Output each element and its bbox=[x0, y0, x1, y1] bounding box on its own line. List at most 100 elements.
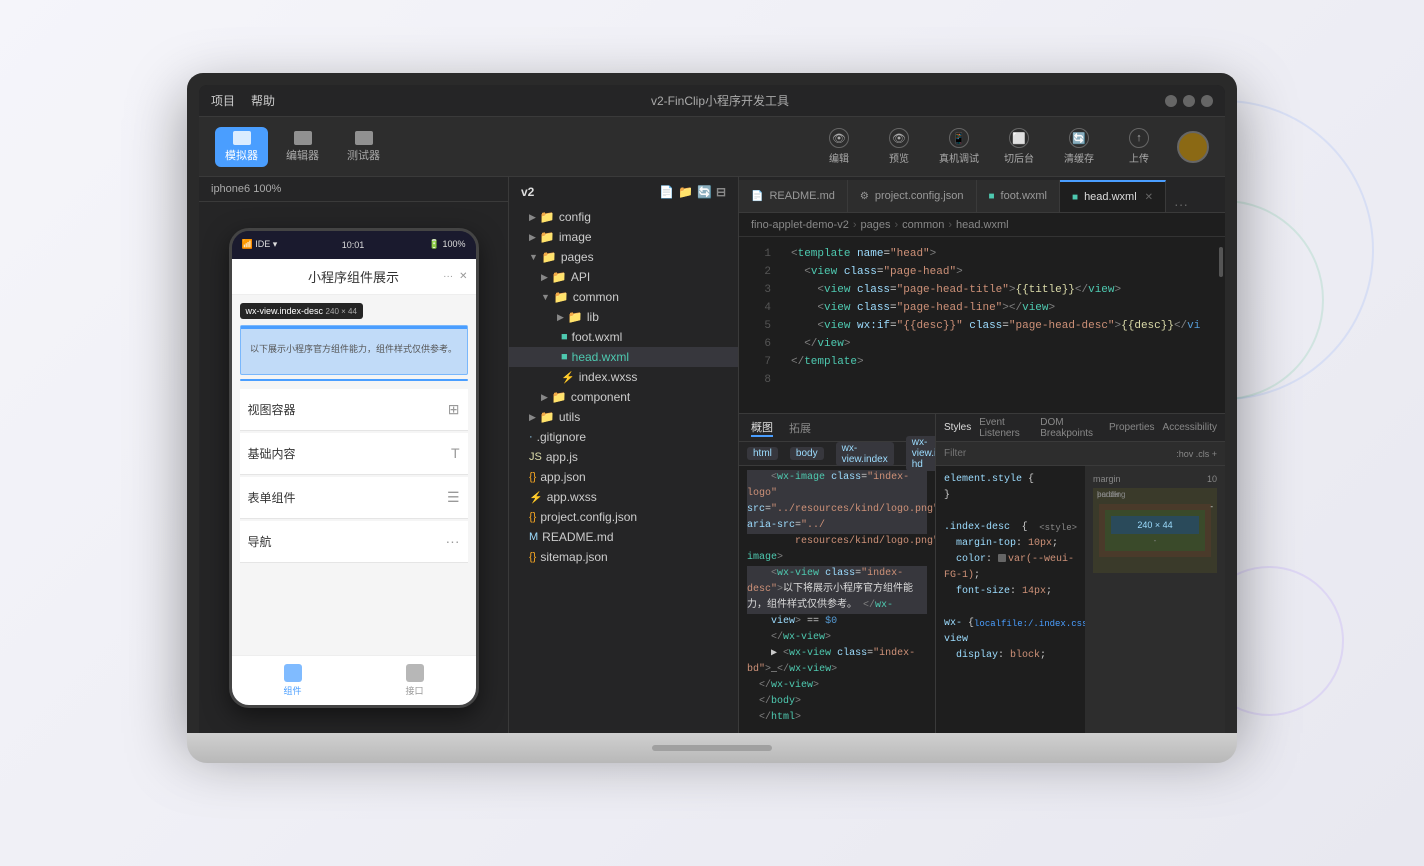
tree-item-name: API bbox=[571, 270, 590, 284]
tree-component[interactable]: ▶ 📁 component bbox=[509, 387, 738, 407]
tester-mode-button[interactable]: 测试器 bbox=[337, 127, 390, 167]
nav-item-label-3: 导航 bbox=[248, 533, 272, 550]
tab-head-wxml[interactable]: ■ head.wxml ✕ bbox=[1060, 180, 1166, 212]
tab-more-button[interactable]: ··· bbox=[1166, 196, 1196, 212]
css-rule-wx-view: wx-view {localfile:/.index.css:2 bbox=[944, 616, 1077, 648]
devtools-tab-extend[interactable]: 拓展 bbox=[789, 420, 811, 436]
phone-bottom-nav: 组件 接口 bbox=[232, 655, 476, 705]
simulator-mode-button[interactable]: 模拟器 bbox=[215, 127, 268, 167]
simulator-icon bbox=[233, 131, 251, 145]
tree-item-name: .gitignore bbox=[537, 430, 586, 444]
html-tree-line: </wx-view> bbox=[747, 630, 927, 646]
html-tag-body[interactable]: body bbox=[790, 447, 824, 460]
phone-bottom-nav-api[interactable]: 接口 bbox=[354, 664, 476, 697]
phone-action-close[interactable]: ✕ bbox=[459, 271, 467, 282]
html-tag-wx-view-index[interactable]: wx-view.index bbox=[836, 442, 894, 466]
phone-nav-item-0[interactable]: 视图容器 ⊞ bbox=[240, 389, 468, 431]
editor-scrollbar[interactable] bbox=[1219, 247, 1223, 277]
maximize-button[interactable] bbox=[1183, 95, 1195, 107]
folder-icon: 📁 bbox=[540, 210, 555, 224]
tree-item-name: app.wxss bbox=[547, 490, 597, 504]
tree-image[interactable]: ▶ 📁 image bbox=[509, 227, 738, 247]
html-tree-line: </body> bbox=[747, 694, 927, 710]
box-model-margin-value: 10 bbox=[1207, 474, 1217, 484]
phone-bottom-nav-components[interactable]: 组件 bbox=[232, 664, 354, 697]
tree-sitemap[interactable]: {} sitemap.json bbox=[509, 547, 738, 567]
devtools-tab-overview[interactable]: 概图 bbox=[751, 419, 773, 437]
styles-tab-event[interactable]: Event Listeners bbox=[979, 417, 1032, 439]
styles-tab-accessibility[interactable]: Accessibility bbox=[1163, 422, 1217, 433]
styles-tab-properties[interactable]: Properties bbox=[1109, 422, 1155, 433]
phone-tooltip: wx-view.index-desc 240 × 44 bbox=[240, 303, 363, 319]
tree-index-wxss[interactable]: ⚡ index.wxss bbox=[509, 367, 738, 387]
code-line-2: <view class="page-head"> bbox=[791, 263, 1213, 281]
action-background[interactable]: ⬜ 切后台 bbox=[997, 128, 1041, 165]
tree-app-wxss[interactable]: ⚡ app.wxss bbox=[509, 487, 738, 507]
tree-api[interactable]: ▶ 📁 API bbox=[509, 267, 738, 287]
tree-gitignore[interactable]: · .gitignore bbox=[509, 427, 738, 447]
tree-common[interactable]: ▼ 📁 common bbox=[509, 287, 738, 307]
app-window: 项目 帮助 v2-FinClip小程序开发工具 模拟器 bbox=[199, 85, 1225, 733]
edit-label: 编辑 bbox=[829, 150, 849, 165]
tree-head-wxml[interactable]: ■ head.wxml bbox=[509, 347, 738, 367]
folder-icon: 📁 bbox=[552, 270, 567, 284]
collapse-icon[interactable]: ⊟ bbox=[716, 185, 726, 199]
styles-filter-hints: :hov .cls + bbox=[1176, 449, 1217, 459]
code-line-1: <template name="head"> bbox=[791, 245, 1213, 263]
preview-label: 预览 bbox=[889, 150, 909, 165]
editor-mode-button[interactable]: 编辑器 bbox=[276, 127, 329, 167]
menu-item-help[interactable]: 帮助 bbox=[251, 92, 275, 109]
box-content-area: 240 × 44 bbox=[1111, 516, 1199, 534]
window-controls bbox=[1165, 95, 1213, 107]
tree-app-js[interactable]: JS app.js bbox=[509, 447, 738, 467]
components-nav-icon bbox=[284, 664, 302, 682]
code-content[interactable]: <template name="head"> <view class="page… bbox=[779, 237, 1225, 413]
phone-nav-item-2[interactable]: 表单组件 ☰ bbox=[240, 477, 468, 519]
tooltip-size: 240 × 44 bbox=[326, 307, 357, 316]
phone-signal: 📶 IDE ▾ bbox=[242, 239, 278, 250]
new-file-icon[interactable]: 📄 bbox=[659, 185, 674, 199]
tree-utils[interactable]: ▶ 📁 utils bbox=[509, 407, 738, 427]
action-preview[interactable]: 👁 预览 bbox=[877, 128, 921, 165]
phone-nav-item-1[interactable]: 基础内容 T bbox=[240, 433, 468, 475]
styles-filter-input[interactable] bbox=[944, 448, 1172, 459]
nav-item-icon-1: T bbox=[451, 445, 460, 461]
menu-item-project[interactable]: 项目 bbox=[211, 92, 235, 109]
nav-item-icon-2: ☰ bbox=[447, 489, 460, 506]
tree-foot-wxml[interactable]: ■ foot.wxml bbox=[509, 327, 738, 347]
tree-lib[interactable]: ▶ 📁 lib bbox=[509, 307, 738, 327]
action-clear-cache[interactable]: 🔄 清缓存 bbox=[1057, 128, 1101, 165]
toolbar: 模拟器 编辑器 测试器 👁 编辑 bbox=[199, 117, 1225, 177]
styles-tab-styles[interactable]: Styles bbox=[944, 422, 971, 433]
action-device-debug[interactable]: 📱 真机调试 bbox=[937, 128, 981, 165]
tree-item-name: common bbox=[573, 290, 619, 304]
tree-item-name: pages bbox=[561, 250, 594, 264]
styles-tab-dom[interactable]: DOM Breakpoints bbox=[1040, 417, 1101, 439]
minimize-button[interactable] bbox=[1165, 95, 1177, 107]
phone-action-more[interactable]: ··· bbox=[443, 271, 453, 282]
tab-close-icon[interactable]: ✕ bbox=[1145, 192, 1153, 203]
tab-project-config[interactable]: ⚙ project.config.json bbox=[848, 180, 977, 212]
tab-readme[interactable]: 📄 README.md bbox=[739, 180, 848, 212]
breadcrumb-pages: pages bbox=[861, 219, 891, 231]
tree-project-config[interactable]: {} project.config.json bbox=[509, 507, 738, 527]
tree-app-json[interactable]: {} app.json bbox=[509, 467, 738, 487]
action-upload[interactable]: ↑ 上传 bbox=[1117, 128, 1161, 165]
phone-nav-item-3[interactable]: 导航 ··· bbox=[240, 521, 468, 563]
tree-pages[interactable]: ▼ 📁 pages bbox=[509, 247, 738, 267]
action-edit[interactable]: 👁 编辑 bbox=[817, 128, 861, 165]
refresh-icon[interactable]: 🔄 bbox=[697, 185, 712, 199]
close-button[interactable] bbox=[1201, 95, 1213, 107]
tree-item-name: project.config.json bbox=[540, 510, 637, 524]
styles-panel-tabs: Styles Event Listeners DOM Breakpoints P… bbox=[936, 414, 1225, 442]
menu-bar: 项目 帮助 bbox=[211, 92, 275, 109]
new-folder-icon[interactable]: 📁 bbox=[678, 185, 693, 199]
tab-foot-wxml[interactable]: ■ foot.wxml bbox=[977, 180, 1061, 212]
code-line-4: <view class="page-head-line"></view> bbox=[791, 299, 1213, 317]
devtools-panel: 概图 拓展 html body wx-view.index wx-view.in… bbox=[739, 413, 1225, 733]
code-editor: 12345678 <template name="head"> <view cl… bbox=[739, 237, 1225, 413]
html-tag-html[interactable]: html bbox=[747, 447, 778, 460]
tree-config[interactable]: ▶ 📁 config bbox=[509, 207, 738, 227]
user-avatar[interactable] bbox=[1177, 131, 1209, 163]
tree-readme[interactable]: M README.md bbox=[509, 527, 738, 547]
